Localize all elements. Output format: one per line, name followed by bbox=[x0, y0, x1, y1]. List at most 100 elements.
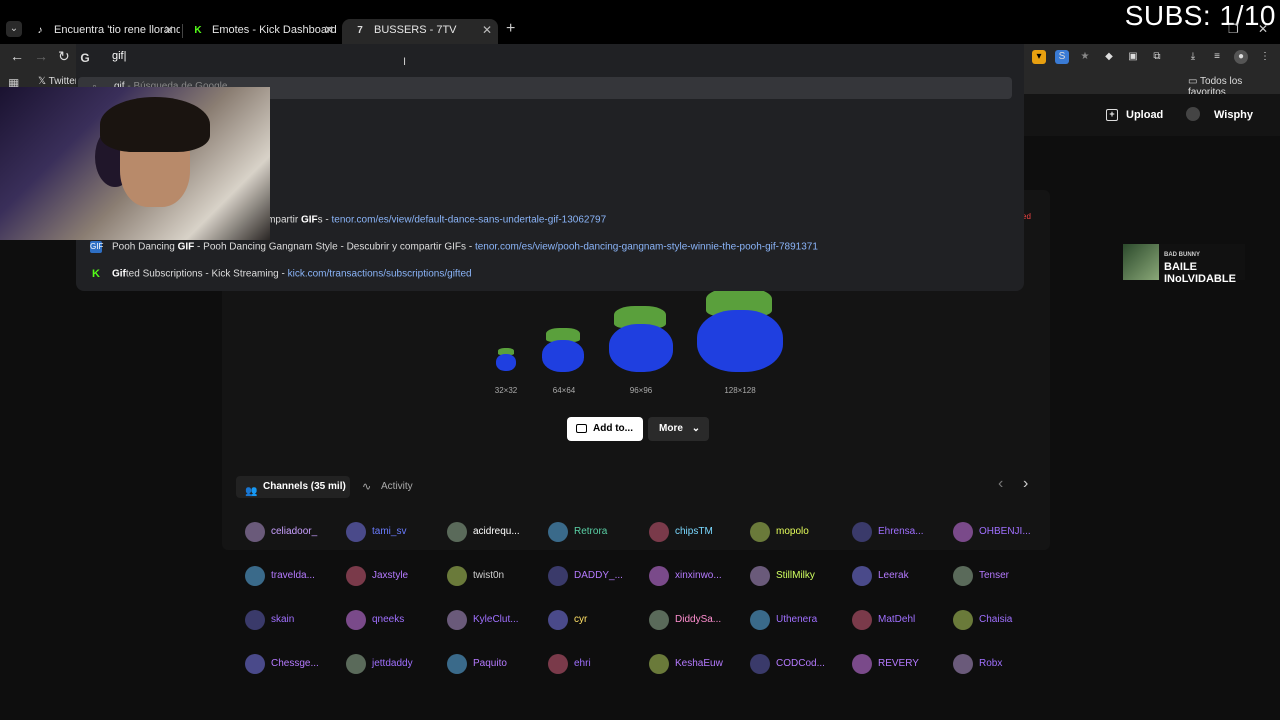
forward-arrow-icon[interactable]: → bbox=[34, 48, 48, 64]
tab-7tv-bussers[interactable]: 7 BUSSERS - 7TV ✕ bbox=[342, 19, 498, 44]
channel-item[interactable]: Leerak bbox=[852, 566, 909, 586]
more-button[interactable]: More ⌄ bbox=[648, 417, 709, 441]
chevron-right-icon[interactable]: › bbox=[1023, 475, 1028, 493]
omnibox-suggestion[interactable]: GIF Pooh Dancing GIF - Pooh Dancing Gangn… bbox=[90, 241, 818, 253]
channel-item[interactable]: xinxinwo... bbox=[649, 566, 722, 586]
restore-window-icon[interactable]: ❐ bbox=[1228, 22, 1239, 36]
channel-item[interactable]: jettdaddy bbox=[346, 654, 413, 674]
channel-item[interactable]: Chessge... bbox=[245, 654, 319, 674]
emote-body bbox=[609, 324, 673, 372]
upload-button[interactable]: + Upload bbox=[1098, 103, 1173, 127]
extension-icon[interactable]: S bbox=[1055, 50, 1069, 64]
channel-item[interactable]: KeshaEuw bbox=[649, 654, 723, 674]
channel-item[interactable]: qneeks bbox=[346, 610, 404, 630]
channel-item[interactable]: Robx bbox=[953, 654, 1002, 674]
channel-item[interactable]: travelda... bbox=[245, 566, 315, 586]
channel-item[interactable]: chipsTM bbox=[649, 522, 713, 542]
channel-avatar bbox=[649, 610, 669, 630]
suggestion-url: kick.com/transactions/subscriptions/gift… bbox=[287, 268, 472, 280]
channel-item[interactable]: tami_sv bbox=[346, 522, 406, 542]
profile-avatar-icon[interactable]: ● bbox=[1234, 50, 1248, 64]
tab-activity[interactable]: ∿ Activity bbox=[362, 476, 413, 498]
channel-name: Chaisia bbox=[979, 614, 1013, 625]
tab-kick-dashboard[interactable]: K Emotes - Kick Dashboard ✕ bbox=[180, 19, 340, 44]
address-input[interactable]: gif| bbox=[112, 50, 126, 62]
brave-shield-icon[interactable]: ▾ bbox=[1032, 50, 1046, 64]
extensions-puzzle-icon[interactable]: ⧉ bbox=[1150, 50, 1164, 64]
user-menu[interactable]: Wisphy bbox=[1186, 103, 1253, 127]
add-to-label: Add to... bbox=[593, 423, 633, 434]
chevron-left-icon[interactable]: ‹ bbox=[998, 475, 1003, 493]
channel-name: skain bbox=[271, 614, 295, 625]
tab-label: Channels (35 mil) bbox=[263, 481, 346, 492]
channel-item[interactable]: cyr bbox=[548, 610, 587, 630]
channel-item[interactable]: Jaxstyle bbox=[346, 566, 408, 586]
emote-body bbox=[496, 354, 516, 371]
bookmark-twitter[interactable]: 𝕏 Twitter bbox=[38, 76, 78, 87]
channel-item[interactable]: skain bbox=[245, 610, 294, 630]
channel-item[interactable]: DiddySa... bbox=[649, 610, 721, 630]
emote-preview-32[interactable] bbox=[495, 348, 517, 372]
channel-name: tami_sv bbox=[372, 526, 407, 537]
channel-name: Chessge... bbox=[271, 658, 319, 669]
emote-preview-96[interactable] bbox=[608, 306, 674, 372]
channel-name: KeshaEuw bbox=[675, 658, 723, 669]
tab-tiktok[interactable]: ♪ Encuentra 'tio rene llorando' en ✕ bbox=[22, 19, 181, 44]
close-icon[interactable]: ✕ bbox=[164, 19, 174, 41]
channel-name: DADDY_... bbox=[574, 570, 623, 581]
channel-item[interactable]: OHBENJI... bbox=[953, 522, 1031, 542]
tab-search-button[interactable]: ⌄ bbox=[6, 21, 22, 37]
channel-item[interactable]: celiadoor_ bbox=[245, 522, 317, 542]
channel-avatar bbox=[447, 522, 467, 542]
emote-preview-128[interactable] bbox=[696, 288, 784, 372]
channel-item[interactable]: acidrequ... bbox=[447, 522, 520, 542]
tab-channels[interactable]: 👥 Channels (35 mil) bbox=[236, 476, 350, 498]
back-arrow-icon[interactable]: ← bbox=[10, 48, 24, 64]
download-icon[interactable]: ⤓ bbox=[1186, 50, 1200, 64]
emote-preview-64[interactable] bbox=[541, 328, 585, 372]
extension-camera-icon[interactable]: ▣ bbox=[1126, 50, 1140, 64]
channel-item[interactable]: MatDehl bbox=[852, 610, 915, 630]
omnibox-suggestion[interactable]: K Gifted Subscriptions - Kick Streaming -… bbox=[90, 268, 472, 280]
channel-name: CODCod... bbox=[776, 658, 825, 669]
suggestion-url: tenor.com/es/view/default-dance-sans-und… bbox=[331, 214, 607, 226]
close-icon[interactable]: ✕ bbox=[482, 19, 492, 41]
channel-item[interactable]: CODCod... bbox=[750, 654, 825, 674]
reload-icon[interactable]: ↻ bbox=[58, 48, 70, 65]
channel-avatar bbox=[750, 610, 770, 630]
text-cursor-icon: I bbox=[403, 56, 407, 68]
channel-avatar bbox=[245, 522, 265, 542]
channel-item[interactable]: REVERY bbox=[852, 654, 919, 674]
channel-item[interactable]: Tenser bbox=[953, 566, 1009, 586]
song-title: BAILE INoLVIDABLE bbox=[1164, 261, 1236, 285]
channel-item[interactable]: KyleClut... bbox=[447, 610, 519, 630]
suggestion-match: Gif bbox=[112, 268, 126, 280]
tab-label: Emotes - Kick Dashboard bbox=[212, 24, 337, 36]
address-input-text: gif bbox=[112, 50, 124, 62]
extension-diamond-icon[interactable]: ◆ bbox=[1102, 50, 1116, 64]
channel-item[interactable]: StillMilky bbox=[750, 566, 815, 586]
channel-item[interactable]: Chaisia bbox=[953, 610, 1012, 630]
close-window-icon[interactable]: ✕ bbox=[1258, 22, 1268, 36]
7tv-icon: 7 bbox=[357, 25, 363, 36]
channel-item[interactable]: Paquito bbox=[447, 654, 507, 674]
more-label: More bbox=[659, 423, 683, 434]
channel-item[interactable]: DADDY_... bbox=[548, 566, 623, 586]
suggestion-text: ted Subscriptions - Kick Streaming bbox=[125, 268, 279, 280]
add-to-button[interactable]: Add to... bbox=[567, 417, 643, 441]
channel-item[interactable]: ehri bbox=[548, 654, 591, 674]
channel-item[interactable]: mopolo bbox=[750, 522, 809, 542]
close-icon[interactable]: ✕ bbox=[324, 19, 334, 41]
media-control-icon[interactable]: ≡ bbox=[1210, 50, 1224, 64]
bookmark-star-icon[interactable]: ★ bbox=[1078, 50, 1092, 64]
channel-avatar bbox=[649, 566, 669, 586]
channel-item[interactable]: twist0n bbox=[447, 566, 504, 586]
channel-item[interactable]: Uthenera bbox=[750, 610, 817, 630]
channel-name: cyr bbox=[574, 614, 588, 625]
new-tab-plus-icon[interactable]: + bbox=[506, 20, 515, 38]
avatar bbox=[1186, 107, 1200, 121]
channel-item[interactable]: Ehrensa... bbox=[852, 522, 924, 542]
menu-kebab-icon[interactable]: ⋮ bbox=[1258, 50, 1272, 64]
channel-item[interactable]: Retrora bbox=[548, 522, 607, 542]
upload-label: Upload bbox=[1126, 109, 1164, 121]
